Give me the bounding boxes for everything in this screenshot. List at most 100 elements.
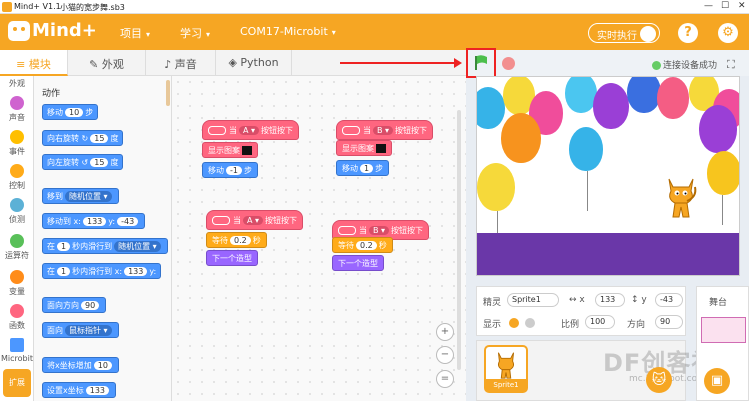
help-button[interactable]: ? <box>678 23 698 43</box>
size-field[interactable]: 100 <box>585 315 615 329</box>
show-pattern-block[interactable]: 显示图案 <box>202 142 258 158</box>
minimize-button[interactable]: — <box>704 1 713 11</box>
button-dropdown[interactable]: B ▾ <box>373 126 394 135</box>
palette-scrollbar[interactable] <box>166 80 170 106</box>
palette-block-point-towards[interactable]: 面向 鼠标指针 ▾ <box>42 322 119 338</box>
python-icon: ◈ <box>228 56 237 69</box>
block-input[interactable]: -43 <box>117 217 139 226</box>
script-workspace[interactable]: 当A ▾ 按钮按下 显示图案 移动 -1 步 当B ▾ 按钮按下 显示图案 移动 1 步 当… <box>172 76 466 401</box>
tab-sounds[interactable]: ♪ 声音 <box>146 50 216 76</box>
block-input[interactable]: 133 <box>82 217 107 226</box>
show-pattern-block[interactable]: 显示图案 <box>336 140 392 156</box>
close-button[interactable]: ✕ <box>738 1 746 11</box>
workspace-scrollbar[interactable] <box>457 110 461 370</box>
palette-block-glide-xy[interactable]: 在 1 秒内滑行到 x: 133 y: <box>42 263 162 279</box>
block-input[interactable]: 1 <box>360 164 374 173</box>
tab-blocks[interactable]: ≡ 模块 <box>0 50 68 76</box>
stage-thumbnail[interactable] <box>701 317 746 343</box>
palette-block-turn-right[interactable]: 向右旋转 ↻ 15 度 <box>42 130 124 146</box>
palette-block-change-x[interactable]: 将x坐标增加 10 <box>42 357 119 373</box>
show-eye-icon[interactable] <box>509 318 519 328</box>
palette-block-goto-xy[interactable]: 移动到 x: 133 y: -43 <box>42 213 146 229</box>
when-button-pressed-hat[interactable]: 当A ▾ 按钮按下 <box>206 210 304 230</box>
button-dropdown[interactable]: A ▾ <box>243 216 264 225</box>
block-text: 秒内滑行到 x: <box>72 267 123 276</box>
add-backdrop-icon[interactable]: ▣ <box>704 368 730 394</box>
block-input[interactable]: 1 <box>57 267 71 276</box>
block-input[interactable]: 10 <box>93 361 112 370</box>
palette-block-glide-to[interactable]: 在 1 秒内滑行到 随机位置 ▾ <box>42 238 168 254</box>
button-dropdown[interactable]: B ▾ <box>369 226 390 235</box>
palette-block-move[interactable]: 移动 10 步 <box>42 104 99 120</box>
block-input[interactable]: 10 <box>65 108 84 117</box>
block-input[interactable]: 0.2 <box>230 236 251 245</box>
block-input[interactable]: 133 <box>85 386 110 395</box>
balloon <box>477 163 515 211</box>
palette-block-set-x[interactable]: 设置x坐标 133 <box>42 382 117 398</box>
x-field[interactable]: 133 <box>595 293 625 307</box>
menu-project[interactable]: 项目 ▾ <box>120 25 150 41</box>
block-text: 在 <box>47 242 55 251</box>
direction-field[interactable]: 90 <box>655 315 683 329</box>
block-input[interactable]: 133 <box>124 267 148 276</box>
extension-button[interactable]: 扩展 <box>3 369 31 397</box>
sprite-name-field[interactable]: Sprite1 <box>507 293 559 307</box>
category-sound[interactable]: 声音 <box>0 96 34 123</box>
palette-block-turn-left[interactable]: 向左旋转 ↺ 15 度 <box>42 154 124 170</box>
next-costume-block[interactable]: 下一个造型 <box>332 255 384 271</box>
tab-python[interactable]: ◈ Python <box>216 50 292 76</box>
sprite-thumbnail-label: Sprite1 <box>486 379 526 391</box>
block-text: 当 <box>363 126 371 135</box>
green-flag-button[interactable] <box>466 48 496 78</box>
next-costume-block[interactable]: 下一个造型 <box>206 250 258 266</box>
category-looks[interactable]: 外观 <box>0 78 34 89</box>
when-button-pressed-hat[interactable]: 当A ▾ 按钮按下 <box>202 120 300 140</box>
y-field[interactable]: -43 <box>655 293 683 307</box>
block-input[interactable]: 90 <box>81 301 100 310</box>
stop-button[interactable] <box>502 57 515 70</box>
category-control[interactable]: 控制 <box>0 164 34 191</box>
add-sprite-cat-icon[interactable]: 🐱 <box>646 367 672 393</box>
category-variables[interactable]: 变量 <box>0 270 34 297</box>
block-dropdown[interactable]: 鼠标指针 ▾ <box>65 325 112 336</box>
palette-block-goto[interactable]: 移到 随机位置 ▾ <box>42 188 119 204</box>
button-dropdown[interactable]: A ▾ <box>239 126 260 135</box>
move-steps-block[interactable]: 移动 1 步 <box>336 160 390 176</box>
move-steps-block[interactable]: 移动 -1 步 <box>202 162 258 178</box>
menu-device[interactable]: COM17-Microbit ▾ <box>240 25 336 38</box>
block-input[interactable]: -1 <box>226 166 242 175</box>
category-events[interactable]: 事件 <box>0 130 34 157</box>
led-matrix-icon[interactable] <box>242 146 252 155</box>
block-dropdown[interactable]: 随机位置 ▾ <box>114 241 161 252</box>
block-input[interactable]: 15 <box>90 134 109 143</box>
category-sensing[interactable]: 侦测 <box>0 198 34 225</box>
settings-gear-icon[interactable]: ⚙ <box>718 23 738 43</box>
tab-costumes[interactable]: ✎ 外观 <box>68 50 146 76</box>
zoom-in-icon[interactable]: + <box>436 323 454 341</box>
zoom-out-icon[interactable]: − <box>436 346 454 364</box>
category-functions[interactable]: 函数 <box>0 304 34 331</box>
block-input[interactable]: 1 <box>57 242 71 251</box>
wait-seconds-block[interactable]: 等待 0.2 秒 <box>206 232 267 248</box>
maximize-button[interactable]: ☐ <box>721 1 729 11</box>
cat-sprite-icon[interactable] <box>663 173 699 223</box>
palette-block-point-direction[interactable]: 面向方向 90 <box>42 297 107 313</box>
realtime-toggle-knob[interactable] <box>640 26 656 42</box>
zoom-reset-icon[interactable]: = <box>436 370 454 388</box>
when-button-pressed-hat[interactable]: 当B ▾ 按钮按下 <box>336 120 434 140</box>
app-name: Mind+ V1.1 <box>14 2 61 11</box>
block-input[interactable]: 0.2 <box>356 241 377 250</box>
category-operators[interactable]: 运算符 <box>0 234 34 261</box>
wait-seconds-block[interactable]: 等待 0.2 秒 <box>332 237 393 253</box>
led-matrix-icon[interactable] <box>376 144 386 153</box>
block-dropdown[interactable]: 随机位置 ▾ <box>65 191 112 202</box>
category-microbit[interactable]: Microbit <box>0 338 34 363</box>
sprite-thumbnail[interactable]: Sprite1 <box>484 345 528 393</box>
hide-eye-icon[interactable] <box>525 318 535 328</box>
menu-learn[interactable]: 学习 ▾ <box>180 25 210 41</box>
fullscreen-icon[interactable]: ⛶ <box>727 58 735 72</box>
stage-canvas[interactable] <box>476 76 740 276</box>
block-text: y: <box>108 217 116 226</box>
block-text: 当 <box>229 126 237 135</box>
block-input[interactable]: 15 <box>90 158 109 167</box>
